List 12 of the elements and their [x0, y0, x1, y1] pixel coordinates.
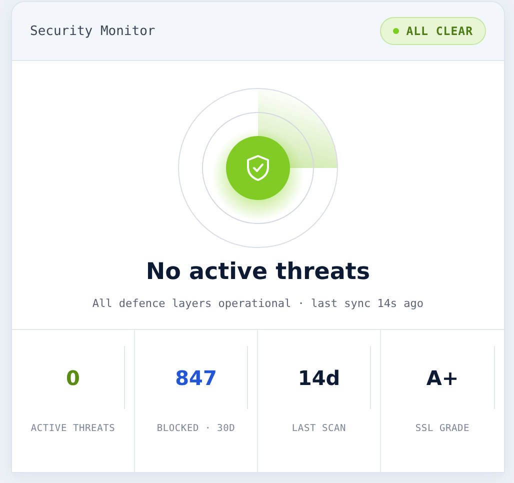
stat-value: 14d	[298, 366, 340, 390]
stat-label: SSL GRADE	[415, 423, 470, 434]
card-title: Security Monitor	[30, 24, 156, 38]
status-label: ALL CLEAR	[406, 24, 473, 38]
stat-value: 847	[175, 366, 217, 390]
stat-label: LAST SCAN	[292, 423, 346, 434]
stat-value: A+	[426, 366, 459, 390]
status-headline: No active threats	[146, 259, 370, 285]
stat-value: 0	[66, 366, 80, 390]
stat-label: ACTIVE THREATS	[30, 423, 116, 434]
stat-label: BLOCKED · 30D	[156, 423, 236, 434]
status-detail: All defence layers operational · last sync 14s ago	[92, 297, 424, 310]
